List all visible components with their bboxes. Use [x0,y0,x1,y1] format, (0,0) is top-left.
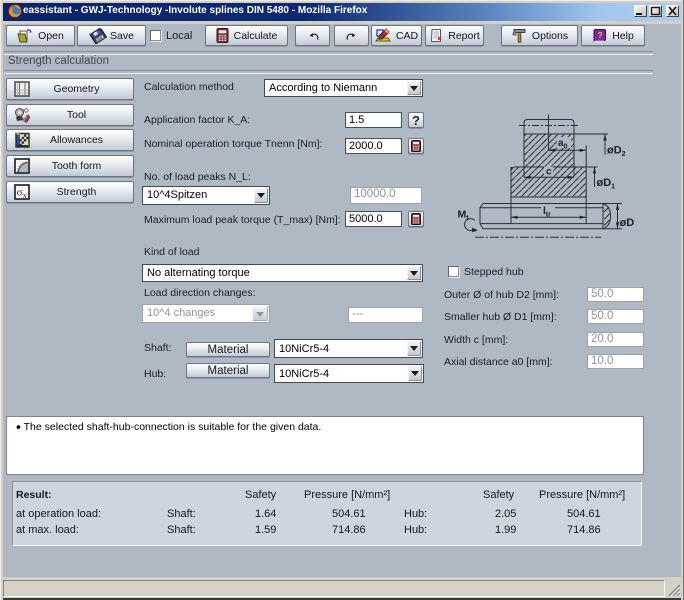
svg-text:c: c [546,167,552,178]
svg-text:Mt: Mt [458,209,470,223]
svg-text:x: x [23,191,27,200]
svg-text:?: ? [598,30,603,40]
svg-text:øD: øD [620,217,635,229]
svg-text:øD1: øD1 [597,177,616,191]
svg-text:øD2: øD2 [607,145,626,159]
svg-text:σ: σ [17,187,23,199]
